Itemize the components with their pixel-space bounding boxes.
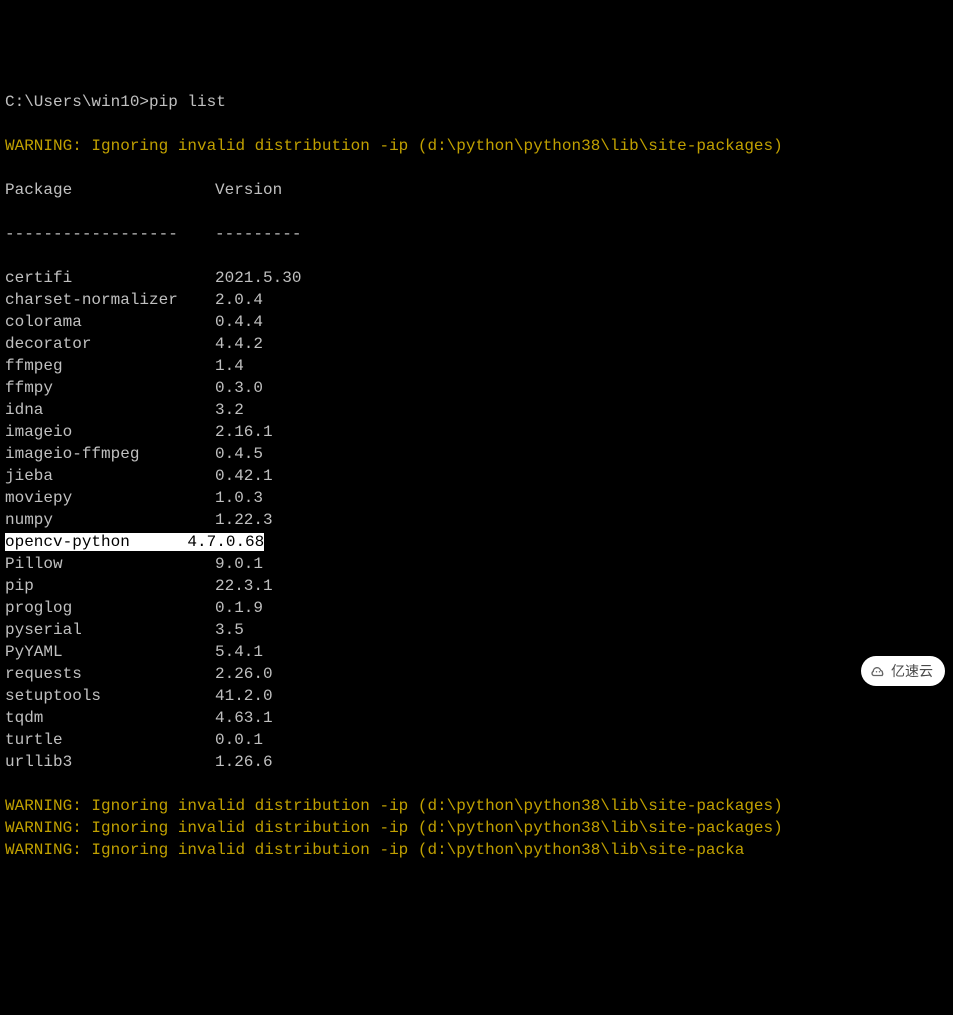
package-name: jieba xyxy=(5,465,215,487)
package-version: 1.4 xyxy=(215,357,244,375)
table-row: certifi2021.5.30 xyxy=(5,267,948,289)
package-name: colorama xyxy=(5,311,215,333)
package-version: 9.0.1 xyxy=(215,555,263,573)
table-row: Pillow9.0.1 xyxy=(5,553,948,575)
cloud-icon xyxy=(869,662,887,680)
warning-line: WARNING: Ignoring invalid distribution -… xyxy=(5,839,948,861)
table-row: proglog0.1.9 xyxy=(5,597,948,619)
table-row: requests2.26.0 xyxy=(5,663,948,685)
package-name: ffmpy xyxy=(5,377,215,399)
package-version: 3.2 xyxy=(215,401,244,419)
package-version: 0.4.4 xyxy=(215,313,263,331)
table-row: urllib31.26.6 xyxy=(5,751,948,773)
command-prompt-line: C:\Users\win10>pip list xyxy=(5,91,948,113)
header-version: Version xyxy=(215,181,282,199)
table-row: ffmpeg1.4 xyxy=(5,355,948,377)
package-version: 1.0.3 xyxy=(215,489,263,507)
package-name: pyserial xyxy=(5,619,215,641)
warnings-bottom: WARNING: Ignoring invalid distribution -… xyxy=(5,795,948,861)
package-version: 0.0.1 xyxy=(215,731,263,749)
package-name: certifi xyxy=(5,267,215,289)
package-name: Pillow xyxy=(5,553,215,575)
package-version: 4.4.2 xyxy=(215,335,263,353)
package-version: 2.16.1 xyxy=(215,423,273,441)
package-version: 2.0.4 xyxy=(215,291,263,309)
package-version: 41.2.0 xyxy=(215,687,273,705)
table-divider: --------------------------- xyxy=(5,223,948,245)
package-version: 3.5 xyxy=(215,621,244,639)
table-row: PyYAML5.4.1 xyxy=(5,641,948,663)
watermark-badge: 亿速云 xyxy=(861,656,945,686)
table-row: imageio2.16.1 xyxy=(5,421,948,443)
watermark-text: 亿速云 xyxy=(891,660,933,682)
package-name: turtle xyxy=(5,729,215,751)
table-row: colorama0.4.4 xyxy=(5,311,948,333)
package-list: certifi2021.5.30charset-normalizer2.0.4c… xyxy=(5,267,948,773)
table-row: numpy1.22.3 xyxy=(5,509,948,531)
package-name: imageio xyxy=(5,421,215,443)
package-name: numpy xyxy=(5,509,215,531)
package-name: decorator xyxy=(5,333,215,355)
table-row: opencv-python 4.7.0.68 xyxy=(5,531,948,553)
package-version: 0.42.1 xyxy=(215,467,273,485)
table-row: moviepy1.0.3 xyxy=(5,487,948,509)
package-version: 5.4.1 xyxy=(215,643,263,661)
table-row: ffmpy0.3.0 xyxy=(5,377,948,399)
warning-line: WARNING: Ignoring invalid distribution -… xyxy=(5,817,948,839)
warning-line: WARNING: Ignoring invalid distribution -… xyxy=(5,795,948,817)
package-name: requests xyxy=(5,663,215,685)
table-row: pip22.3.1 xyxy=(5,575,948,597)
package-name: setuptools xyxy=(5,685,215,707)
package-name: urllib3 xyxy=(5,751,215,773)
package-name: ffmpeg xyxy=(5,355,215,377)
warning-line-top: WARNING: Ignoring invalid distribution -… xyxy=(5,135,948,157)
package-name: charset-normalizer xyxy=(5,289,215,311)
package-version: 0.3.0 xyxy=(215,379,263,397)
package-version: 1.22.3 xyxy=(215,511,273,529)
table-header: PackageVersion xyxy=(5,179,948,201)
table-row: turtle0.0.1 xyxy=(5,729,948,751)
table-row: pyserial3.5 xyxy=(5,619,948,641)
highlighted-row: opencv-python 4.7.0.68 xyxy=(5,533,264,551)
package-version: 4.63.1 xyxy=(215,709,273,727)
package-name: PyYAML xyxy=(5,641,215,663)
table-row: decorator4.4.2 xyxy=(5,333,948,355)
divider-col2: --------- xyxy=(215,225,301,243)
package-version: 1.26.6 xyxy=(215,753,273,771)
package-version: 2021.5.30 xyxy=(215,269,301,287)
package-name: moviepy xyxy=(5,487,215,509)
package-name: pip xyxy=(5,575,215,597)
table-row: idna3.2 xyxy=(5,399,948,421)
package-version: 22.3.1 xyxy=(215,577,273,595)
table-row: charset-normalizer2.0.4 xyxy=(5,289,948,311)
package-version: 0.1.9 xyxy=(215,599,263,617)
package-name: proglog xyxy=(5,597,215,619)
table-row: jieba0.42.1 xyxy=(5,465,948,487)
package-version: 2.26.0 xyxy=(215,665,273,683)
divider-col1: ------------------ xyxy=(5,223,215,245)
package-name: idna xyxy=(5,399,215,421)
table-row: tqdm4.63.1 xyxy=(5,707,948,729)
table-row: setuptools41.2.0 xyxy=(5,685,948,707)
package-name: tqdm xyxy=(5,707,215,729)
header-package: Package xyxy=(5,179,215,201)
table-row: imageio-ffmpeg0.4.5 xyxy=(5,443,948,465)
package-name: imageio-ffmpeg xyxy=(5,443,215,465)
package-version: 0.4.5 xyxy=(215,445,263,463)
